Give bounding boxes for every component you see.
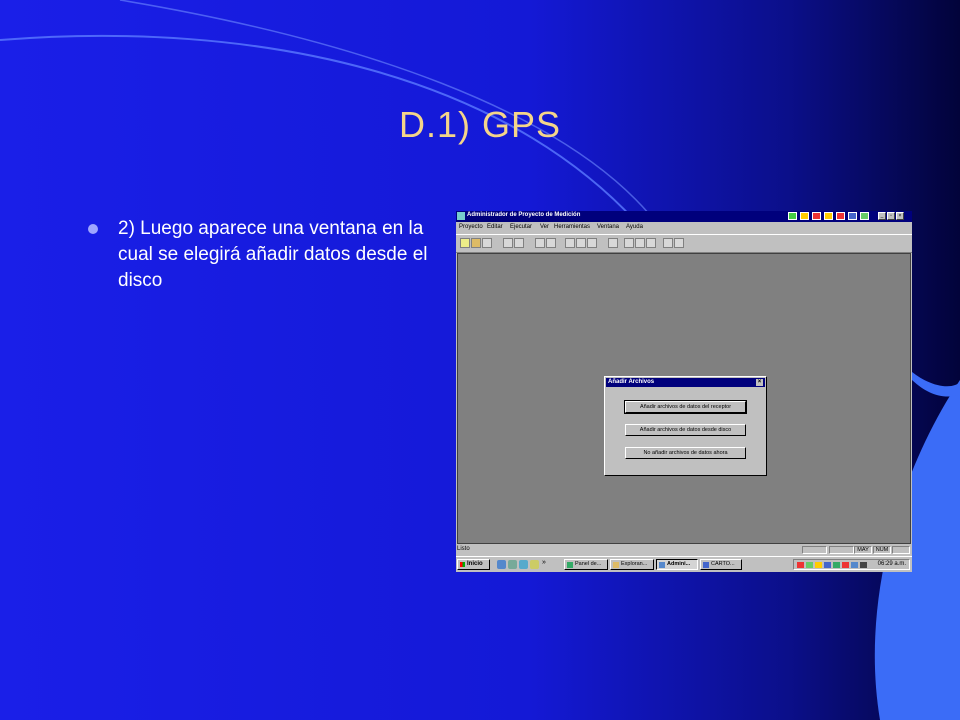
- quicklaunch-icon[interactable]: [519, 560, 528, 569]
- tray-icon[interactable]: [824, 562, 831, 568]
- dialog-title-bar: Añadir Archivos ×: [606, 378, 765, 387]
- application-screenshot: Administrador de Proyecto de Medición _ …: [456, 211, 912, 572]
- numlock-indicator: NUM: [873, 546, 891, 554]
- tool-icon[interactable]: [663, 238, 673, 248]
- tray-icon[interactable]: [815, 562, 822, 568]
- workspace: Añadir Archivos × Añadir archivos de dat…: [457, 253, 911, 544]
- quicklaunch-icon[interactable]: [530, 560, 539, 569]
- tool-icon[interactable]: [546, 238, 556, 248]
- tray-icon[interactable]: [812, 212, 821, 220]
- zoom-icon[interactable]: [576, 238, 586, 248]
- start-button[interactable]: Inicio: [457, 559, 490, 570]
- no-add-data-button[interactable]: No añadir archivos de datos ahora: [625, 447, 746, 459]
- slide: D.1) GPS 2) Luego aparece una ventana en…: [0, 0, 960, 720]
- taskbar: Inicio » Panel de... Exploran... Admini.…: [456, 556, 912, 572]
- tool-icon[interactable]: [646, 238, 656, 248]
- close-icon[interactable]: ×: [896, 212, 904, 220]
- tray-icon[interactable]: [851, 562, 858, 568]
- dialog-title: Añadir Archivos: [608, 379, 655, 385]
- status-panel: [829, 546, 854, 554]
- tool-icon[interactable]: [514, 238, 524, 248]
- tool-icon[interactable]: [635, 238, 645, 248]
- task-label: CARTO...: [711, 561, 735, 567]
- tray-icon[interactable]: [806, 562, 813, 568]
- task-label: Exploran...: [621, 561, 648, 567]
- tool-icon[interactable]: [624, 238, 634, 248]
- tray-icon[interactable]: [797, 562, 804, 568]
- status-panel: [892, 546, 910, 554]
- windows-logo-icon: [460, 562, 465, 567]
- task-icon: [567, 562, 573, 568]
- tool-icon[interactable]: [608, 238, 618, 248]
- tray-icon[interactable]: [860, 212, 869, 220]
- status-panel: [802, 546, 827, 554]
- volume-icon[interactable]: [860, 562, 867, 568]
- task-carto[interactable]: CARTO...: [700, 559, 742, 570]
- task-icon: [613, 562, 619, 568]
- tray-icon[interactable]: [824, 212, 833, 220]
- quicklaunch-icon[interactable]: [497, 560, 506, 569]
- status-text: Listo: [457, 546, 470, 552]
- bullet-text: 2) Luego aparece una ventana en la cual …: [118, 218, 428, 291]
- tray-icon[interactable]: [800, 212, 809, 220]
- menu-ver[interactable]: Ver: [540, 224, 549, 230]
- menu-herramientas[interactable]: Herramientas: [554, 224, 590, 230]
- menu-proyecto[interactable]: Proyecto: [459, 224, 483, 230]
- app-title: Administrador de Proyecto de Medición: [467, 212, 581, 218]
- task-panel[interactable]: Panel de...: [564, 559, 608, 570]
- dialog-close-icon[interactable]: ×: [756, 379, 763, 386]
- task-admin[interactable]: Admini...: [656, 559, 698, 570]
- system-tray: 06:29 a.m.: [793, 559, 910, 570]
- minimize-icon[interactable]: _: [878, 212, 886, 220]
- caps-indicator: MAY: [854, 546, 872, 554]
- tool-icon[interactable]: [674, 238, 684, 248]
- tool-icon[interactable]: [535, 238, 545, 248]
- bullet-dot-icon: [88, 224, 98, 234]
- menu-editar[interactable]: Editar: [487, 224, 503, 230]
- add-disk-data-button[interactable]: Añadir archivos de datos desde disco: [625, 424, 746, 436]
- open-icon[interactable]: [471, 238, 481, 248]
- app-icon: [457, 212, 465, 220]
- tray-icon[interactable]: [788, 212, 797, 220]
- add-files-dialog: Añadir Archivos × Añadir archivos de dat…: [604, 376, 767, 476]
- task-icon: [659, 562, 665, 568]
- start-label: Inicio: [467, 561, 483, 567]
- save-icon[interactable]: [482, 238, 492, 248]
- zoom-icon[interactable]: [587, 238, 597, 248]
- menu-ventana[interactable]: Ventana: [597, 224, 619, 230]
- quicklaunch-overflow[interactable]: »: [542, 559, 546, 566]
- menu-ejecutar[interactable]: Ejecutar: [510, 224, 532, 230]
- app-title-bar: Administrador de Proyecto de Medición _ …: [456, 211, 912, 222]
- add-receiver-data-button[interactable]: Añadir archivos de datos del receptor: [624, 400, 747, 414]
- task-icon: [703, 562, 709, 568]
- quicklaunch-icon[interactable]: [508, 560, 517, 569]
- slide-title: D.1) GPS: [398, 104, 562, 145]
- status-bar: Listo MAY NUM: [456, 545, 912, 555]
- toolbar: [456, 234, 912, 253]
- menu-bar: Proyecto Editar Ejecutar Ver Herramienta…: [456, 223, 912, 233]
- zoom-icon[interactable]: [565, 238, 575, 248]
- tool-icon[interactable]: [503, 238, 513, 248]
- tray-icon[interactable]: [836, 212, 845, 220]
- task-explorer[interactable]: Exploran...: [610, 559, 654, 570]
- tray-icon[interactable]: [842, 562, 849, 568]
- tray-icon[interactable]: [848, 212, 857, 220]
- restore-icon[interactable]: ▫: [887, 212, 895, 220]
- clock: 06:29 a.m.: [877, 561, 906, 567]
- new-icon[interactable]: [460, 238, 470, 248]
- task-label: Panel de...: [575, 561, 602, 567]
- menu-ayuda[interactable]: Ayuda: [626, 224, 643, 230]
- tray-icon[interactable]: [833, 562, 840, 568]
- task-label: Admini...: [667, 561, 691, 567]
